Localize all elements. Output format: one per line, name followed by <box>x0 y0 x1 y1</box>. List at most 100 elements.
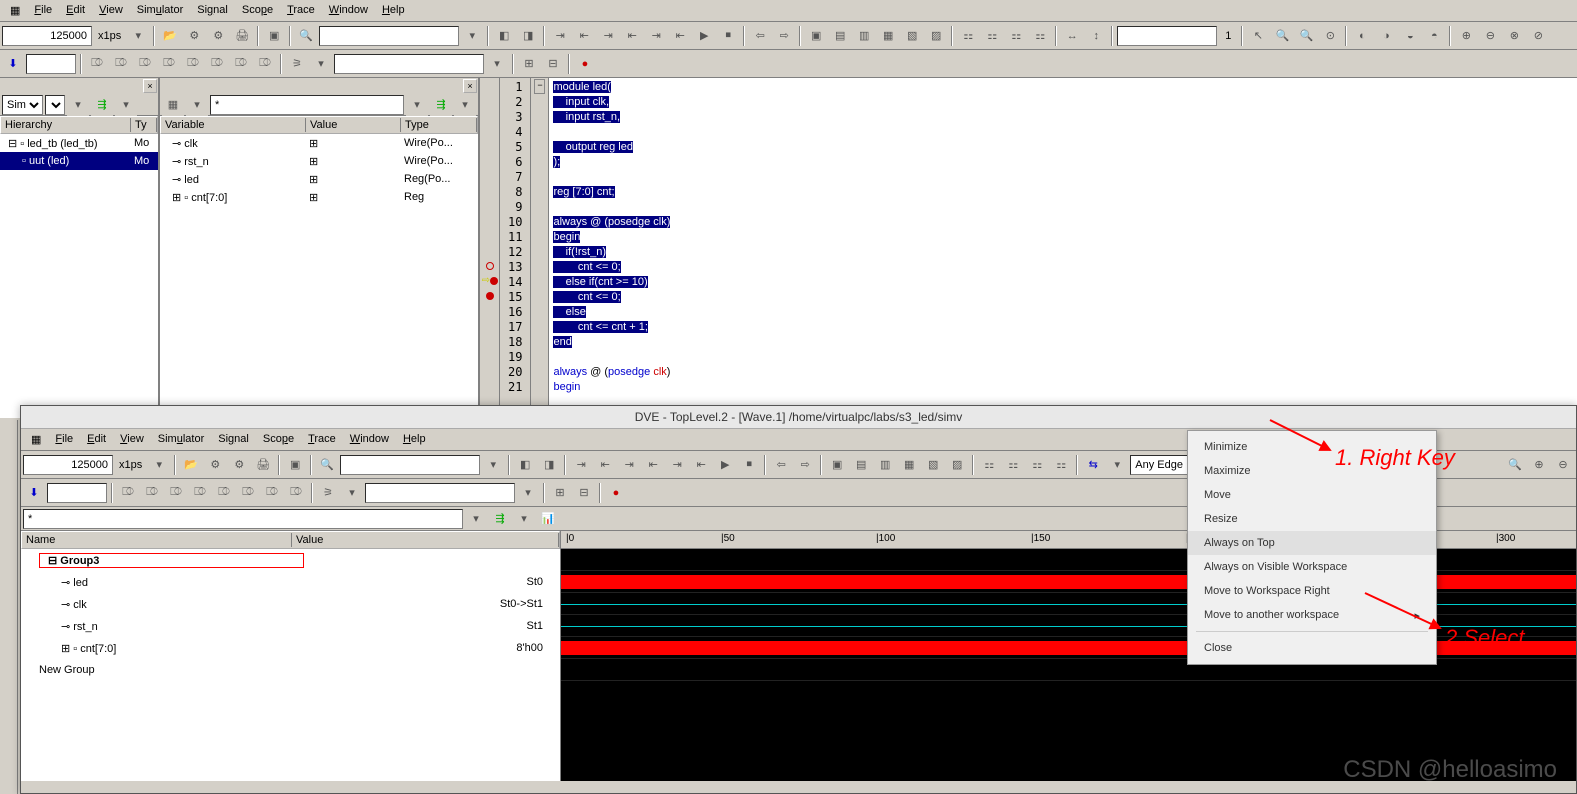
menu-help[interactable]: Help <box>397 431 432 448</box>
menu-trace[interactable]: Trace <box>281 2 321 19</box>
struct-icon[interactable]: ⎄ <box>261 482 283 504</box>
print-icon[interactable]: 🖨 <box>252 454 274 476</box>
cursor-icon[interactable]: ↖ <box>1247 25 1269 47</box>
dropdown-icon[interactable]: ▾ <box>127 25 149 47</box>
dropdown-icon[interactable]: ▾ <box>310 53 332 75</box>
scope-input[interactable] <box>365 483 515 503</box>
step-icon[interactable]: ⇥ <box>549 25 571 47</box>
breakpoint-gutter[interactable]: ⇨ <box>480 78 500 418</box>
signal-group[interactable]: ⊟ Group3 <box>21 549 560 571</box>
tool-icon[interactable]: ▣ <box>263 25 285 47</box>
run-icon[interactable]: ▶ <box>714 454 736 476</box>
tool-icon[interactable]: ◑ <box>1375 25 1397 47</box>
tool-icon[interactable]: ◧ <box>493 25 515 47</box>
zoom-icon[interactable]: ⊙ <box>1319 25 1341 47</box>
tool-icon[interactable]: ⚏ <box>1026 454 1048 476</box>
step-icon[interactable]: ⇤ <box>594 454 616 476</box>
col-type[interactable]: Type <box>401 118 477 132</box>
tool-icon[interactable]: ⚏ <box>957 25 979 47</box>
signal-item[interactable]: ⊸ ledSt0 <box>21 571 560 593</box>
tool-icon[interactable]: ⚙ <box>183 25 205 47</box>
struct-icon[interactable]: ⎄ <box>206 53 228 75</box>
tool-icon[interactable]: ⚙ <box>204 454 226 476</box>
tool-icon[interactable]: ◓ <box>1423 25 1445 47</box>
menu-edit[interactable]: Edit <box>60 2 91 19</box>
sim-select[interactable]: Sim <box>2 95 43 115</box>
dropdown-icon[interactable]: ▾ <box>486 53 508 75</box>
menu-simulator[interactable]: Simulator <box>152 431 210 448</box>
ctx-always-on-visible-workspace[interactable]: Always on Visible Workspace <box>1188 555 1436 579</box>
dropdown-icon[interactable]: ▾ <box>465 508 487 530</box>
code-body[interactable]: module led( input clk, input rst_n, outp… <box>549 78 1577 418</box>
zoom-out-icon[interactable]: 🔍 <box>1295 25 1317 47</box>
menu-app-icon[interactable]: ▦ <box>4 2 26 19</box>
nav-back-icon[interactable]: ⇦ <box>770 454 792 476</box>
dropdown-icon[interactable]: ▾ <box>482 454 504 476</box>
time-input[interactable] <box>2 26 92 46</box>
tool-icon[interactable]: ◨ <box>538 454 560 476</box>
menu-scope[interactable]: Scope <box>236 2 279 19</box>
step-icon[interactable]: ⇥ <box>645 25 667 47</box>
step-icon[interactable]: ⇤ <box>690 454 712 476</box>
dropdown-icon[interactable]: ▾ <box>513 508 535 530</box>
signal-item[interactable]: ⊸ clkSt0->St1 <box>21 593 560 615</box>
tool-icon[interactable]: ⊕ <box>1455 25 1477 47</box>
signal-filter-input[interactable] <box>23 509 463 529</box>
hier-item[interactable]: ▫ uut (led)Mo <box>0 152 158 170</box>
col-name[interactable]: Name <box>22 533 292 547</box>
print-icon[interactable]: 🖨 <box>231 25 253 47</box>
down-arrow-icon[interactable]: ⬇ <box>23 482 45 504</box>
window-icon[interactable]: ▣ <box>826 454 848 476</box>
dropdown-icon[interactable]: ▾ <box>1106 454 1128 476</box>
dropdown-icon[interactable]: ▾ <box>148 454 170 476</box>
struct-icon[interactable]: ⎄ <box>117 482 139 504</box>
struct-icon[interactable]: ⎄ <box>182 53 204 75</box>
struct-icon[interactable]: ⎄ <box>213 482 235 504</box>
search-icon[interactable]: 🔍 <box>316 454 338 476</box>
step-icon[interactable]: ⇤ <box>621 25 643 47</box>
fold-gutter[interactable]: − <box>531 78 549 418</box>
nav-fwd-icon[interactable]: ⇨ <box>773 25 795 47</box>
window-icon[interactable]: ▨ <box>925 25 947 47</box>
window-icon[interactable]: ▧ <box>901 25 923 47</box>
search-input[interactable] <box>319 26 459 46</box>
tool-icon[interactable]: ⚏ <box>1005 25 1027 47</box>
col-value[interactable]: Value <box>292 533 559 547</box>
dropdown-icon[interactable]: ▾ <box>67 94 89 116</box>
menu-window[interactable]: Window <box>323 2 374 19</box>
tool-icon[interactable]: ⊗ <box>1503 25 1525 47</box>
signal-item[interactable]: New Group <box>21 659 560 681</box>
window-icon[interactable]: ▥ <box>874 454 896 476</box>
tool-icon[interactable]: ⚏ <box>978 454 1000 476</box>
close-icon[interactable]: × <box>143 79 157 93</box>
struct-icon[interactable]: ⎄ <box>254 53 276 75</box>
variable-item[interactable]: ⊞ ▫ cnt[7:0]⊞Reg <box>160 188 478 206</box>
zoom-in-icon[interactable]: ⊕ <box>1528 454 1550 476</box>
close-icon[interactable]: × <box>463 79 477 93</box>
tool-icon[interactable]: ⊖ <box>1479 25 1501 47</box>
zoom-in-icon[interactable]: 🔍 <box>1271 25 1293 47</box>
struct-icon[interactable]: ⎄ <box>165 482 187 504</box>
dropdown-icon[interactable]: ▾ <box>454 94 476 116</box>
struct-icon[interactable]: ⎄ <box>110 53 132 75</box>
menu-view[interactable]: View <box>114 431 150 448</box>
menu-signal[interactable]: Signal <box>212 431 255 448</box>
tool-icon[interactable]: ◐ <box>1351 25 1373 47</box>
field-input[interactable] <box>47 483 107 503</box>
window-icon[interactable]: ▤ <box>850 454 872 476</box>
ctx-move[interactable]: Move <box>1188 483 1436 507</box>
search-input[interactable] <box>340 455 480 475</box>
window-icon[interactable]: ▦ <box>898 454 920 476</box>
variable-item[interactable]: ⊸ rst_n⊞Wire(Po... <box>160 152 478 170</box>
dropdown-icon[interactable]: ▾ <box>406 94 428 116</box>
menu-edit[interactable]: Edit <box>81 431 112 448</box>
record-icon[interactable]: ● <box>574 53 596 75</box>
hierarchy-icon[interactable]: ⚞ <box>317 482 339 504</box>
tool-icon[interactable]: ⚏ <box>1050 454 1072 476</box>
struct-icon[interactable]: ⎄ <box>86 53 108 75</box>
stop-icon[interactable]: ⏹ <box>738 454 760 476</box>
expand-icon[interactable]: ⇶ <box>91 94 113 116</box>
scope-input[interactable] <box>334 54 484 74</box>
time-unit[interactable]: x1ps <box>94 30 125 42</box>
struct-icon[interactable]: ⎄ <box>230 53 252 75</box>
